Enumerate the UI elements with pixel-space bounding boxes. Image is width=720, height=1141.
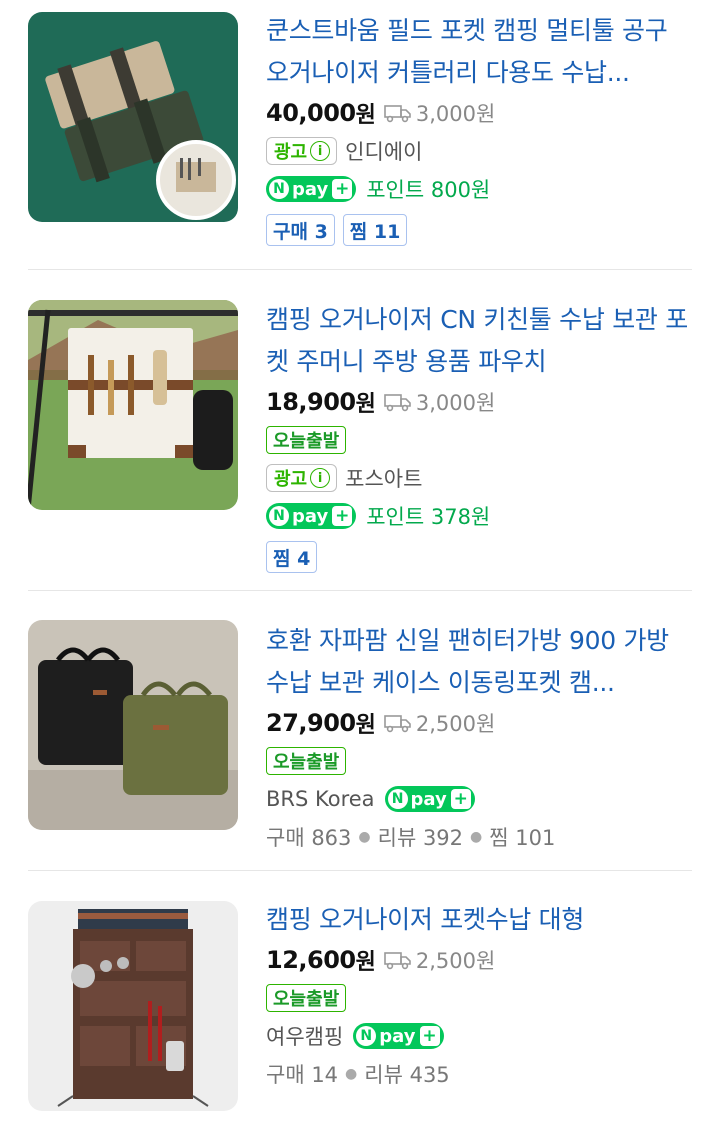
seller-name[interactable]: 포스아트 — [345, 463, 422, 493]
stats-row: 구매 14 ● 리뷰 435 — [266, 1055, 692, 1093]
product-title[interactable]: 쿤스트바움 필드 포켓 캠핑 멀티툴 공구 오거나이저 커틀러리 다용도 수납.… — [266, 10, 692, 94]
plus-icon: + — [332, 506, 353, 526]
purchase-count: 구매 14 — [266, 1063, 339, 1087]
price-row: 18,900 원 3,000원 — [266, 383, 692, 421]
price-unit: 원 — [355, 103, 376, 128]
product-list: 쿤스트바움 필드 포켓 캠핑 멀티툴 공구 오거나이저 커틀러리 다용도 수납.… — [0, 0, 720, 1141]
npay-badge: N pay + — [384, 786, 475, 812]
purchase-count: 구매 863 — [266, 826, 352, 850]
shipping-fee-value: 2,500원 — [415, 949, 496, 973]
today-shipping-badge: 오늘출발 — [266, 426, 347, 454]
plus-icon: + — [450, 789, 471, 809]
info-icon: i — [310, 141, 331, 161]
product-info: 캠핑 오거나이저 포켓수납 대형 12,600 원 2,500원 오늘출발 여우… — [266, 899, 692, 1093]
truck-icon — [384, 715, 411, 733]
product-item[interactable]: 쿤스트바움 필드 포켓 캠핑 멀티툴 공구 오거나이저 커틀러리 다용도 수납.… — [0, 0, 720, 270]
price-unit: 원 — [355, 392, 376, 417]
seller-row: 광고 i 인디에이 — [266, 132, 692, 170]
price-row: 40,000 원 3,000원 — [266, 94, 692, 132]
separator-dot: ● — [358, 829, 371, 845]
truck-icon — [384, 394, 411, 412]
npay-label: pay — [410, 788, 447, 810]
product-image[interactable] — [28, 12, 238, 222]
badge-row: 찜 4 — [266, 535, 692, 579]
ad-badge[interactable]: 광고 i — [266, 464, 338, 492]
plus-icon: + — [419, 1026, 440, 1046]
plus-icon: + — [332, 179, 353, 199]
product-info-main: 캠핑 오거나이저 CN 키친툴 수납 보관 포켓 주머니 주방 용품 파우치 1… — [266, 299, 692, 579]
npay-label: pay — [292, 505, 329, 527]
shipping-fee: 2,500원 — [384, 708, 495, 738]
seller-row: 광고 i 포스아트 — [266, 459, 692, 497]
shipping-fee: 2,500원 — [384, 945, 495, 975]
npay-n-icon: N — [269, 506, 289, 526]
price-unit: 원 — [355, 950, 376, 975]
ad-label: 광고 — [274, 469, 308, 490]
purchase-count-badge: 구매 3 — [266, 214, 335, 246]
delivery-row: 오늘출발 — [266, 979, 692, 1017]
separator-dot: ● — [345, 1066, 358, 1082]
npay-badge: N pay + — [266, 503, 357, 529]
npay-label: pay — [292, 178, 329, 200]
product-price: 18,900 — [266, 388, 356, 416]
shipping-fee: 3,000원 — [384, 387, 495, 417]
seller-name[interactable]: BRS Korea — [266, 787, 375, 811]
npay-n-icon: N — [269, 179, 289, 199]
price-row: 27,900 원 2,500원 — [266, 704, 692, 742]
product-image[interactable] — [28, 300, 238, 510]
product-item[interactable]: 캠핑 오거나이저 CN 키친툴 수납 보관 포켓 주머니 주방 용품 파우치 1… — [0, 270, 720, 591]
npay-label: pay — [379, 1025, 416, 1047]
wish-count: 찜 101 — [489, 826, 556, 850]
seller-name[interactable]: 인디에이 — [345, 136, 422, 166]
seller-row: BRS Korea N pay + — [266, 780, 692, 818]
info-icon: i — [310, 468, 331, 488]
product-image[interactable] — [28, 901, 238, 1111]
npay-badge: N pay + — [266, 176, 357, 202]
shipping-fee-value: 3,000원 — [415, 102, 496, 126]
delivery-row: 오늘출발 — [266, 421, 692, 459]
badge-row: 구매 3 찜 11 — [266, 208, 692, 252]
npay-n-icon: N — [387, 789, 408, 809]
shipping-fee: 3,000원 — [384, 98, 495, 128]
truck-icon — [384, 105, 411, 123]
today-shipping-badge: 오늘출발 — [266, 747, 347, 775]
product-title[interactable]: 캠핑 오거나이저 CN 키친툴 수납 보관 포켓 주머니 주방 용품 파우치 — [266, 299, 692, 383]
price-unit: 원 — [355, 713, 376, 738]
product-price: 40,000 — [266, 99, 356, 127]
product-item[interactable]: 호환 자파팜 신일 팬히터가방 900 가방 수납 보관 케이스 이동링포켓 캠… — [0, 591, 720, 871]
price-row: 12,600 원 2,500원 — [266, 941, 692, 979]
today-shipping-badge: 오늘출발 — [266, 984, 347, 1012]
product-price: 27,900 — [266, 709, 356, 737]
product-title[interactable]: 캠핑 오거나이저 포켓수납 대형 — [266, 899, 692, 941]
product-title[interactable]: 호환 자파팜 신일 팬히터가방 900 가방 수납 보관 케이스 이동링포켓 캠… — [266, 620, 692, 704]
product-price: 12,600 — [266, 946, 356, 974]
product-item[interactable]: 캠핑 오거나이저 포켓수납 대형 12,600 원 2,500원 오늘출발 여우… — [0, 871, 720, 1141]
npay-points: 포인트 378원 — [366, 505, 491, 529]
product-image[interactable] — [28, 620, 238, 830]
wish-count-badge: 찜 11 — [342, 214, 408, 246]
npay-row: N pay + 포인트 800원 — [266, 170, 692, 208]
ad-badge[interactable]: 광고 i — [266, 137, 338, 165]
seller-row: 여우캠핑 N pay + — [266, 1017, 692, 1055]
npay-points: 포인트 800원 — [366, 178, 491, 202]
review-count[interactable]: 리뷰 392 — [378, 822, 463, 852]
product-info: 호환 자파팜 신일 팬히터가방 900 가방 수납 보관 케이스 이동링포켓 캠… — [266, 620, 692, 856]
product-info: 쿤스트바움 필드 포켓 캠핑 멀티툴 공구 오거나이저 커틀러리 다용도 수납.… — [266, 10, 692, 252]
npay-n-icon: N — [356, 1026, 377, 1046]
shipping-fee-value: 2,500원 — [415, 712, 496, 736]
seller-name[interactable]: 여우캠핑 — [266, 1021, 343, 1051]
delivery-row: 오늘출발 — [266, 742, 692, 780]
shipping-fee-value: 3,000원 — [415, 391, 496, 415]
separator-dot: ● — [470, 829, 483, 845]
wish-count-badge: 찜 4 — [266, 541, 318, 573]
npay-badge: N pay + — [353, 1023, 444, 1049]
review-count[interactable]: 리뷰 435 — [364, 1059, 449, 1089]
truck-icon — [384, 952, 411, 970]
ad-label: 광고 — [274, 142, 308, 163]
npay-row: N pay + 포인트 378원 — [266, 497, 692, 535]
stats-row: 구매 863 ● 리뷰 392 ● 찜 101 — [266, 818, 692, 856]
